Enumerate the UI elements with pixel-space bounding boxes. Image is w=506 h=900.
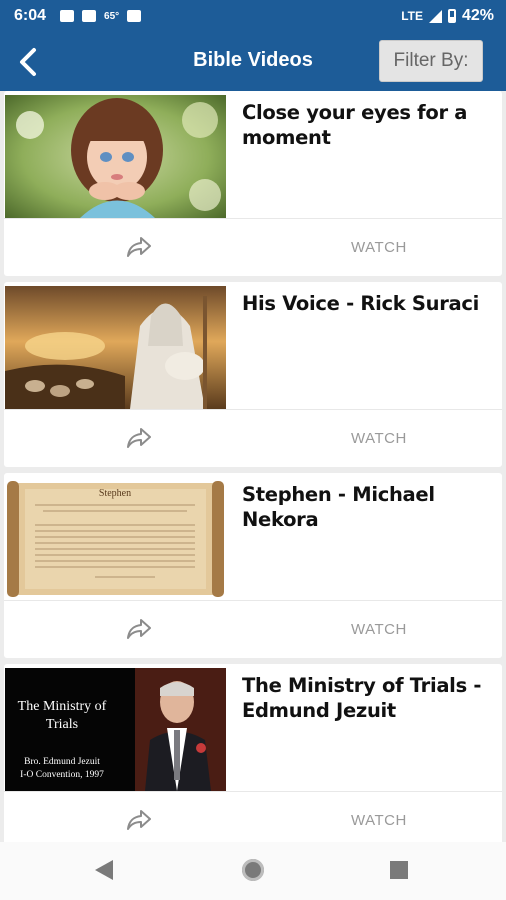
ministry-title-card-image: The Ministry of Trials Bro. Edmund Jezui… [5, 668, 226, 791]
video-title[interactable]: Stephen - Michael Nekora [242, 482, 492, 532]
share-arrow-icon [127, 810, 151, 830]
video-card: His Voice - Rick Suraci WATCH [4, 282, 502, 467]
card-divider [4, 600, 502, 601]
video-thumbnail[interactable]: The Ministry of Trials Bro. Edmund Jezui… [5, 668, 226, 791]
share-arrow-icon [127, 428, 151, 448]
system-nav-bar [0, 842, 506, 900]
card-divider [4, 791, 502, 792]
video-card: Stephen Stephen - Michael Nekora WATCH [4, 473, 502, 658]
watch-button[interactable]: WATCH [351, 239, 407, 256]
video-title[interactable]: Close your eyes for a moment [242, 100, 492, 150]
battery-percent: 42% [461, 7, 494, 24]
watch-button[interactable]: WATCH [351, 812, 407, 829]
scroll-image: Stephen [5, 477, 226, 600]
share-arrow-icon [127, 619, 151, 639]
recents-square-icon[interactable] [390, 861, 408, 879]
share-button[interactable] [126, 618, 152, 640]
video-title[interactable]: The Ministry of Trials - Edmund Jezuit [242, 673, 492, 723]
video-card: Close your eyes for a moment WATCH [4, 91, 502, 276]
card-divider [4, 218, 502, 219]
thumb-speaker: Bro. Edmund Jezuit [24, 757, 100, 767]
shepherd-painting-image [5, 286, 226, 409]
photo-icon [60, 10, 75, 22]
video-thumbnail[interactable]: Stephen [5, 477, 226, 600]
status-time: 6:04 [14, 7, 47, 24]
video-thumbnail[interactable] [5, 286, 226, 409]
network-type: LTE [401, 9, 423, 23]
share-button[interactable] [126, 809, 152, 831]
share-button[interactable] [126, 236, 152, 258]
thumb-title-line-2: Trials [46, 717, 78, 732]
thumb-event: I-O Convention, 1997 [20, 770, 104, 780]
watch-button[interactable]: WATCH [351, 621, 407, 638]
video-thumbnail[interactable] [5, 95, 226, 218]
signal-icon [428, 9, 442, 23]
thumb-title-line-1: The Ministry of [18, 699, 107, 714]
status-bar: 6:04 65° LTE 42% [0, 0, 506, 32]
child-portrait-image [5, 95, 226, 218]
video-list[interactable]: Close your eyes for a moment WATCH His V… [0, 91, 506, 842]
mail-icon [82, 10, 97, 22]
calendar-icon [127, 10, 142, 22]
app-bar: Bible Videos Filter By: [0, 32, 506, 91]
video-title[interactable]: His Voice - Rick Suraci [242, 291, 492, 316]
battery-icon [447, 9, 456, 23]
scroll-heading: Stephen [99, 488, 131, 499]
share-button[interactable] [126, 427, 152, 449]
system-icons: LTE 42% [401, 0, 494, 32]
share-arrow-icon [127, 237, 151, 257]
watch-button[interactable]: WATCH [351, 430, 407, 447]
temperature: 65° [104, 10, 120, 22]
notification-icons: 65° [60, 10, 142, 22]
card-divider [4, 409, 502, 410]
home-circle-icon[interactable] [242, 859, 264, 881]
filter-button[interactable]: Filter By: [379, 40, 483, 82]
video-card: The Ministry of Trials Bro. Edmund Jezui… [4, 664, 502, 842]
back-triangle-icon[interactable] [95, 860, 113, 880]
